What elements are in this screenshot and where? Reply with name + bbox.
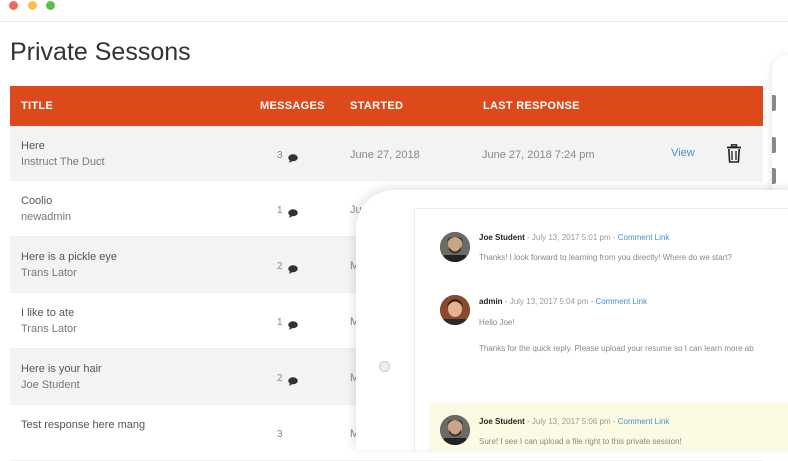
comment-text: Sure! I see I can upload a file right to…	[479, 437, 682, 446]
edge-tab	[772, 168, 776, 184]
edge-tab	[772, 137, 776, 153]
message-count: 3	[277, 150, 283, 161]
speech-bubble-icon	[288, 209, 298, 218]
window-close-dot[interactable]	[9, 1, 18, 10]
session-title[interactable]: Here	[21, 140, 45, 152]
comment-thread: Joe Student - July 13, 2017 5:01 pm - Co…	[414, 208, 788, 450]
session-title[interactable]: Here is a pickle eye	[21, 251, 117, 263]
speech-bubble-icon	[288, 321, 298, 330]
message-count: 1	[277, 205, 283, 216]
page-title: Private Sessons	[10, 38, 191, 66]
last-response-date: June 27, 2018 7:24 pm	[482, 149, 595, 161]
comment-author[interactable]: admin	[479, 297, 503, 306]
comment-date: July 13, 2017 5:06 pm	[531, 417, 611, 426]
comment-text: Thanks! I look forward to learning from …	[479, 253, 732, 262]
message-count: 3	[277, 429, 283, 440]
message-count: 1	[277, 317, 283, 328]
window-chrome	[0, 0, 788, 22]
session-author: newadmin	[21, 211, 72, 223]
header-messages: MESSAGES	[260, 100, 325, 112]
session-title[interactable]: Test response here mang	[21, 419, 145, 431]
started-date: June 27, 2018	[350, 149, 420, 161]
window-maximize-dot[interactable]	[46, 1, 55, 10]
session-title[interactable]: Coolio	[21, 195, 52, 207]
header-started: STARTED	[350, 100, 404, 112]
comment-link[interactable]: Comment Link	[618, 233, 670, 242]
edge-tab	[772, 95, 776, 111]
table-row[interactable]: Here Instruct The Duct 3 June 27, 2018 J…	[10, 126, 763, 181]
comment-link[interactable]: Comment Link	[618, 417, 670, 426]
session-title[interactable]: I like to ate	[21, 307, 74, 319]
speech-bubble-icon	[288, 154, 298, 163]
tablet-home-button	[379, 361, 390, 372]
table-header: TITLE MESSAGES STARTED LAST RESPONSE	[10, 86, 763, 126]
message-count: 2	[277, 261, 283, 272]
comment-item-highlighted: Joe Student - July 13, 2017 5:06 pm - Co…	[429, 403, 788, 450]
comment-header: Joe Student - July 13, 2017 5:01 pm - Co…	[479, 233, 670, 242]
message-count: 2	[277, 373, 283, 384]
comment-link[interactable]: Comment Link	[596, 297, 648, 306]
session-author: Joe Student	[21, 379, 80, 391]
session-author: Trans Lator	[21, 323, 77, 335]
comment-item: admin - July 13, 2017 5:04 pm - Comment …	[415, 289, 788, 389]
comment-text: Hello Joe!	[479, 318, 515, 327]
comment-item: Joe Student - July 13, 2017 5:01 pm - Co…	[415, 209, 788, 289]
tablet-mockup: Joe Student - July 13, 2017 5:01 pm - Co…	[356, 190, 788, 450]
session-author: Trans Lator	[21, 267, 77, 279]
avatar	[440, 415, 470, 445]
header-last-response: LAST RESPONSE	[483, 100, 580, 112]
session-author: Instruct The Duct	[21, 156, 105, 168]
speech-bubble-icon	[288, 265, 298, 274]
session-title[interactable]: Here is your hair	[21, 363, 102, 375]
header-title: TITLE	[21, 100, 54, 112]
avatar	[440, 295, 470, 325]
window-minimize-dot[interactable]	[28, 1, 37, 10]
comment-date: July 13, 2017 5:01 pm	[531, 233, 611, 242]
comment-header: Joe Student - July 13, 2017 5:06 pm - Co…	[479, 417, 670, 426]
trash-icon[interactable]	[726, 144, 742, 163]
comment-date: July 13, 2017 5:04 pm	[509, 297, 589, 306]
view-link[interactable]: View	[671, 147, 695, 159]
speech-bubble-icon	[288, 377, 298, 386]
comment-header: admin - July 13, 2017 5:04 pm - Comment …	[479, 297, 648, 306]
avatar	[440, 232, 470, 262]
comment-author[interactable]: Joe Student	[479, 233, 525, 242]
comment-author[interactable]: Joe Student	[479, 417, 525, 426]
comment-text: Thanks for the quick reply. Please uploa…	[479, 344, 754, 353]
